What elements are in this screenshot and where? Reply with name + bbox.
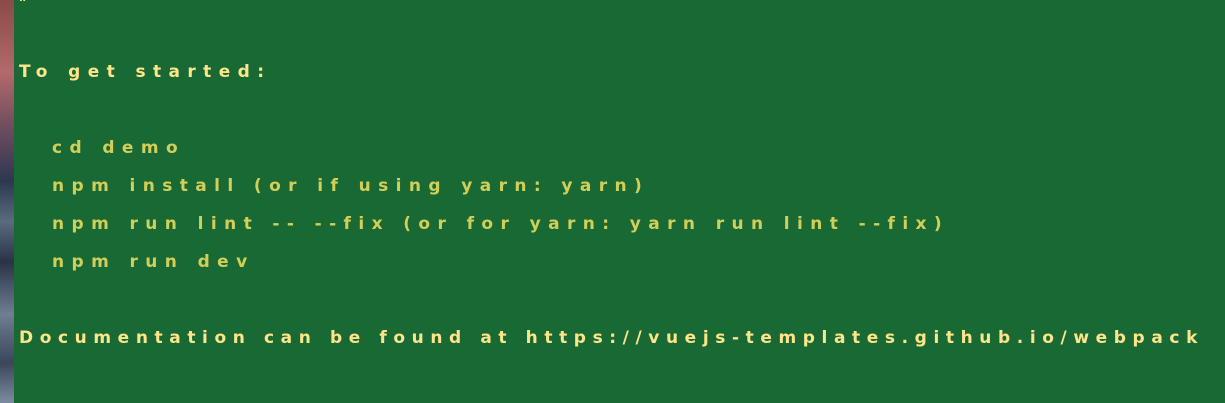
terminal-top-rule: # =================================== [19, 0, 423, 5]
command-line-dev: npm run dev [52, 252, 255, 272]
documentation-line: Documentation can be found at https://vu… [19, 328, 1204, 348]
terminal-window[interactable]: # =================================== To… [14, 0, 1225, 403]
command-line-lint: npm run lint -- --fix (or for yarn: yarn… [52, 214, 950, 234]
desktop-wallpaper-edge [0, 0, 14, 403]
command-line-cd: cd demo [52, 138, 186, 158]
terminal-heading: To get started: [19, 62, 272, 82]
command-line-install: npm install (or if using yarn: yarn) [52, 176, 650, 196]
